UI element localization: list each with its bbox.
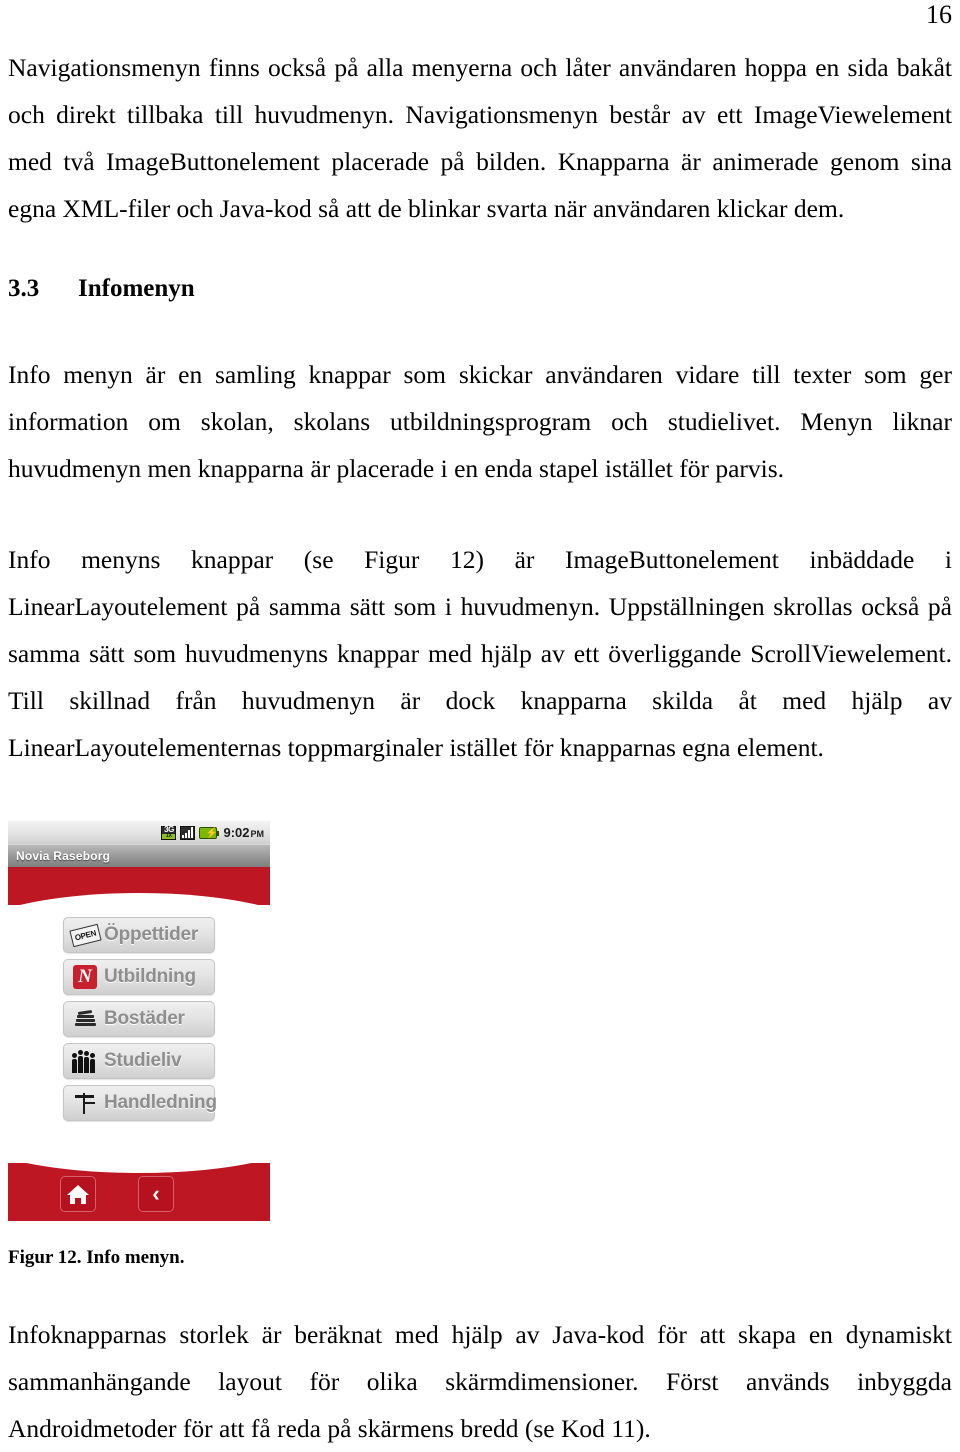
red-header-banner xyxy=(8,867,270,905)
info-menu-list: OPEN Öppettider N Utbildning Bostäder St… xyxy=(8,905,270,1163)
menu-button-oppettider[interactable]: OPEN Öppettider xyxy=(63,917,215,953)
network-1x-label: 1X xyxy=(162,834,176,839)
bolt-glyph: ⚡ xyxy=(205,827,218,839)
menu-button-label: Studieliv xyxy=(104,1050,182,1071)
android-status-bar: 3G 1X ⚡ 9:02PM xyxy=(8,821,270,844)
signal-strength-icon xyxy=(180,825,196,840)
paragraph-navigation-menu: Navigationsmenyn finns också på alla men… xyxy=(8,53,952,223)
books-stack-icon xyxy=(70,1005,100,1033)
app-title-bar: Novia Raseborg xyxy=(8,844,270,867)
bottom-navigation-bar: ‹ xyxy=(8,1163,270,1221)
status-icons: 3G 1X ⚡ xyxy=(161,825,220,840)
novia-n-letter: N xyxy=(73,965,97,989)
chevron-left-icon: ‹ xyxy=(152,1181,160,1206)
section-title: Infomenyn xyxy=(78,275,195,302)
battery-charging-icon: ⚡ xyxy=(199,826,220,839)
paragraph-info-menu-buttons: Info menyns knappar (se Figur 12) är Ima… xyxy=(8,545,952,762)
clock-ampm: PM xyxy=(250,829,265,839)
page-number: 16 xyxy=(926,0,952,29)
paragraph-button-sizing: Infoknapparnas storlek är beräknat med h… xyxy=(8,1320,952,1443)
menu-button-label: Öppettider xyxy=(104,924,199,945)
page-content: Navigationsmenyn finns också på alla men… xyxy=(8,44,952,1452)
figure-caption: Figur 12. Info menyn. xyxy=(8,1247,185,1268)
menu-button-label: Handledning xyxy=(104,1092,217,1113)
section-number: 3.3 xyxy=(8,275,40,302)
nav-back-button[interactable]: ‹ xyxy=(138,1176,174,1212)
paragraph-info-menu-intro: Info menyn är en samling knappar som ski… xyxy=(8,360,952,483)
figure-12-screenshot: 3G 1X ⚡ 9:02PM Novia Raseborg OPEN Öppet… xyxy=(8,821,270,1226)
document-page: 16 Navigationsmenyn finns också på alla … xyxy=(0,0,960,1443)
open-sign-icon: OPEN xyxy=(68,921,102,949)
clock-time: 9:02 xyxy=(223,825,250,840)
menu-button-handledning[interactable]: Handledning xyxy=(63,1085,217,1121)
menu-button-label: Utbildning xyxy=(104,966,196,987)
menu-button-label: Bostäder xyxy=(104,1008,185,1029)
status-bar-clock: 9:02PM xyxy=(223,825,264,840)
section-heading: 3.3 Infomenyn xyxy=(8,276,952,301)
menu-button-utbildning[interactable]: N Utbildning xyxy=(63,959,215,995)
people-group-icon xyxy=(70,1047,100,1075)
open-sign-text: OPEN xyxy=(68,923,102,947)
nav-home-button[interactable] xyxy=(60,1176,96,1212)
app-title: Novia Raseborg xyxy=(16,849,111,863)
network-3g-icon: 3G 1X xyxy=(161,825,177,840)
home-icon xyxy=(67,1184,89,1204)
menu-button-studieliv[interactable]: Studieliv xyxy=(63,1043,215,1079)
menu-button-bostader[interactable]: Bostäder xyxy=(63,1001,215,1037)
novia-n-logo-icon: N xyxy=(70,963,100,991)
signpost-icon xyxy=(70,1089,100,1117)
